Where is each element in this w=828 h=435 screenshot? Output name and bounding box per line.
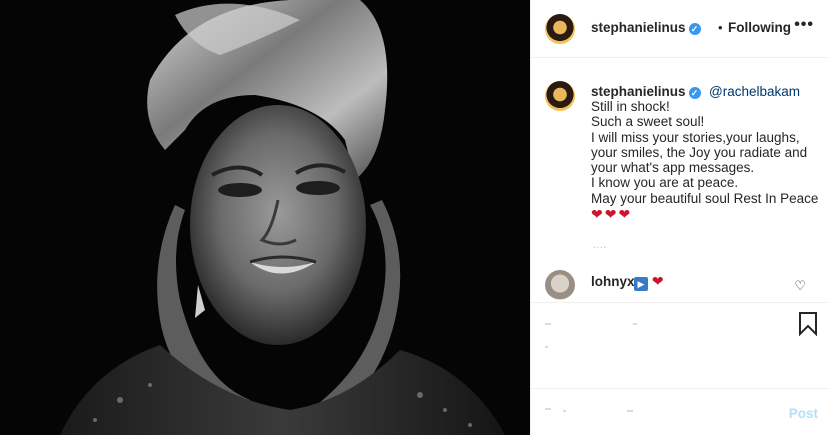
- caption-trailing: ....: [593, 237, 607, 251]
- faint-mark: [563, 410, 566, 412]
- author-username[interactable]: stephanielinus ✓: [591, 20, 701, 35]
- comment-text: ▶ ❤: [634, 273, 664, 291]
- caption-mention-link[interactable]: @rachelbakam: [709, 84, 800, 99]
- post-header: stephanielinus ✓ • Following •••: [531, 0, 828, 58]
- caption-username[interactable]: stephanielinus ✓: [591, 84, 701, 99]
- caption-username-text[interactable]: stephanielinus: [591, 84, 686, 99]
- header-separator: •: [718, 20, 723, 35]
- faint-mark: [627, 410, 633, 412]
- verified-badge-icon: ✓: [688, 23, 701, 35]
- caption-line: I will miss your stories,your laughs,: [591, 129, 800, 145]
- caption-line: Such a sweet soul!: [591, 114, 705, 130]
- commenter-avatar[interactable]: [545, 270, 575, 300]
- heart-outline-icon[interactable]: ♡: [794, 278, 806, 294]
- portrait-image: [0, 0, 530, 435]
- caption-line: Still in shock!: [591, 99, 670, 114]
- heart-emoji-icon: ❤: [651, 273, 664, 289]
- verified-badge-icon: ✓: [688, 87, 701, 99]
- author-username-text[interactable]: stephanielinus: [591, 20, 686, 35]
- caption-hearts: ❤❤❤: [591, 206, 633, 223]
- caption-avatar[interactable]: [545, 81, 575, 111]
- add-comment-input[interactable]: [545, 400, 785, 422]
- play-emoji-icon: ▶: [634, 277, 648, 291]
- faint-mark: [545, 408, 551, 410]
- more-options-icon[interactable]: •••: [794, 16, 814, 34]
- avatar[interactable]: [545, 14, 575, 44]
- following-button[interactable]: Following: [728, 20, 791, 35]
- faint-mark: [545, 346, 548, 348]
- post-photo[interactable]: [0, 0, 530, 435]
- composer-divider: [531, 388, 828, 389]
- caption-line: I know you are at peace.: [591, 175, 739, 191]
- caption-line: your smiles, the Joy you radiate and: [591, 144, 808, 160]
- caption-line: May your beautiful soul Rest In Peace: [591, 190, 819, 206]
- post-button[interactable]: Post: [789, 406, 818, 421]
- post-side-panel: stephanielinus ✓ • Following ••• stephani…: [531, 0, 828, 435]
- caption-text: Still in shock! Such a sweet soul! I wil…: [591, 99, 821, 222]
- faint-mark: [545, 323, 551, 325]
- caption-line: your what's app messages.: [591, 160, 755, 176]
- bookmark-icon[interactable]: [798, 312, 818, 336]
- faint-mark: [633, 323, 637, 325]
- commenter-username[interactable]: lohnyx: [591, 274, 635, 289]
- actions-divider: [531, 302, 828, 303]
